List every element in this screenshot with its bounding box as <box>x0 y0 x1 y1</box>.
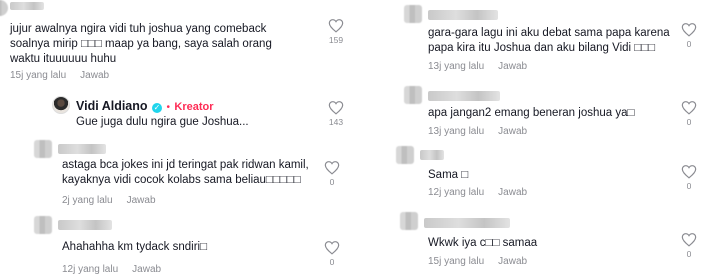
like-count: 0 <box>686 249 692 259</box>
like-button[interactable]: 0 <box>669 100 709 127</box>
comment-item: apa jangan2 emang beneran joshua ya□ 13j… <box>362 82 720 140</box>
author-name-redacted[interactable] <box>58 220 112 230</box>
author-name-redacted[interactable] <box>58 144 106 154</box>
comment-time: 13j yang lalu <box>428 61 485 72</box>
reply-button[interactable]: Jawab <box>498 256 527 267</box>
reply-button[interactable]: Jawab <box>127 195 156 206</box>
heart-outline-icon <box>324 241 340 255</box>
like-button[interactable]: 0 <box>312 160 352 187</box>
author-name-redacted[interactable] <box>428 10 498 20</box>
author-name-redacted[interactable] <box>10 2 44 10</box>
heart-outline-icon <box>328 101 344 115</box>
like-button[interactable]: 0 <box>669 164 709 191</box>
comment-text: Gue juga dulu ngira gue Joshua... <box>76 116 249 128</box>
verified-check-icon: ✓ <box>152 103 162 113</box>
comment-item: jujur awalnya ngira vidi tuh joshua yang… <box>0 0 358 90</box>
avatar[interactable] <box>52 96 70 114</box>
creator-header: Vidi Aldiano ✓ • Kreator <box>76 99 214 113</box>
left-comment-column: jujur awalnya ngira vidi tuh joshua yang… <box>0 0 358 275</box>
heart-outline-icon <box>681 23 697 37</box>
comment-meta: 12j yang lalu Jawab <box>62 264 175 275</box>
comment-meta: 12j yang lalu Jawab <box>428 187 541 198</box>
comment-item: gara-gara lagu ini aku debat sama papa k… <box>362 0 720 80</box>
avatar[interactable] <box>0 0 8 16</box>
comment-time: 15j yang lalu <box>428 256 485 267</box>
like-count: 0 <box>686 39 692 49</box>
comment-meta: 15j yang lalu Jawab <box>428 256 541 267</box>
author-name-redacted[interactable] <box>428 91 500 101</box>
like-button[interactable]: 0 <box>669 22 709 49</box>
comment-text: astaga bca jokes ini jd teringat pak rid… <box>62 159 309 186</box>
comment-text: Sama □ <box>428 169 469 181</box>
creator-badge: Kreator <box>174 101 214 113</box>
comment-item: astaga bca jokes ini jd teringat pak rid… <box>0 138 358 210</box>
heart-outline-icon <box>324 161 340 175</box>
like-button[interactable]: 0 <box>312 240 352 267</box>
like-count: 143 <box>328 117 344 127</box>
comment-item: Wkwk iya c□□ samaa 15j yang lalu Jawab 0 <box>362 208 720 274</box>
avatar[interactable] <box>34 140 52 158</box>
comment-text: Ahahahha km tydack sndiri□ <box>62 241 208 253</box>
reply-button[interactable]: Jawab <box>132 264 161 275</box>
like-count: 0 <box>329 257 335 267</box>
avatar[interactable] <box>400 212 418 230</box>
heart-outline-icon <box>681 101 697 115</box>
avatar[interactable] <box>34 216 52 234</box>
avatar[interactable] <box>404 5 422 23</box>
comment-item: Ahahahha km tydack sndiri□ 12j yang lalu… <box>0 214 358 275</box>
creator-reply-item: Vidi Aldiano ✓ • Kreator Gue juga dulu n… <box>0 94 358 134</box>
comment-text: Wkwk iya c□□ samaa <box>428 237 538 249</box>
comment-meta: 13j yang lalu Jawab <box>428 61 541 72</box>
like-count: 0 <box>329 177 335 187</box>
like-count: 159 <box>328 35 344 45</box>
comment-time: 12j yang lalu <box>62 264 119 275</box>
comment-meta: 13j yang lalu Jawab <box>428 126 541 137</box>
heart-outline-icon <box>681 165 697 179</box>
avatar[interactable] <box>396 146 414 164</box>
comment-meta: 2j yang lalu Jawab <box>62 195 170 206</box>
like-button[interactable]: 143 <box>316 100 356 127</box>
author-name-redacted[interactable] <box>424 218 510 228</box>
reply-button[interactable]: Jawab <box>80 70 109 81</box>
reply-button[interactable]: Jawab <box>498 187 527 198</box>
like-count: 0 <box>686 181 692 191</box>
author-name-redacted[interactable] <box>420 150 444 160</box>
comment-text: apa jangan2 emang beneran joshua ya□ <box>428 107 635 119</box>
like-button[interactable]: 159 <box>316 18 356 45</box>
comment-time: 12j yang lalu <box>428 187 485 198</box>
comment-text: jujur awalnya ngira vidi tuh joshua yang… <box>10 23 272 65</box>
comment-meta: 15j yang lalu Jawab <box>10 70 123 81</box>
right-comment-column: gara-gara lagu ini aku debat sama papa k… <box>362 0 720 274</box>
avatar[interactable] <box>404 86 422 104</box>
comment-text: gara-gara lagu ini aku debat sama papa k… <box>428 27 670 54</box>
like-button[interactable]: 0 <box>669 232 709 259</box>
comment-time: 15j yang lalu <box>10 70 67 81</box>
author-name[interactable]: Vidi Aldiano <box>76 99 148 113</box>
like-count: 0 <box>686 117 692 127</box>
heart-outline-icon <box>681 233 697 247</box>
comment-time: 2j yang lalu <box>62 195 113 206</box>
comment-time: 13j yang lalu <box>428 126 485 137</box>
comment-item: Sama □ 12j yang lalu Jawab 0 <box>362 142 720 202</box>
heart-outline-icon <box>328 19 344 33</box>
reply-button[interactable]: Jawab <box>498 61 527 72</box>
reply-button[interactable]: Jawab <box>498 126 527 137</box>
